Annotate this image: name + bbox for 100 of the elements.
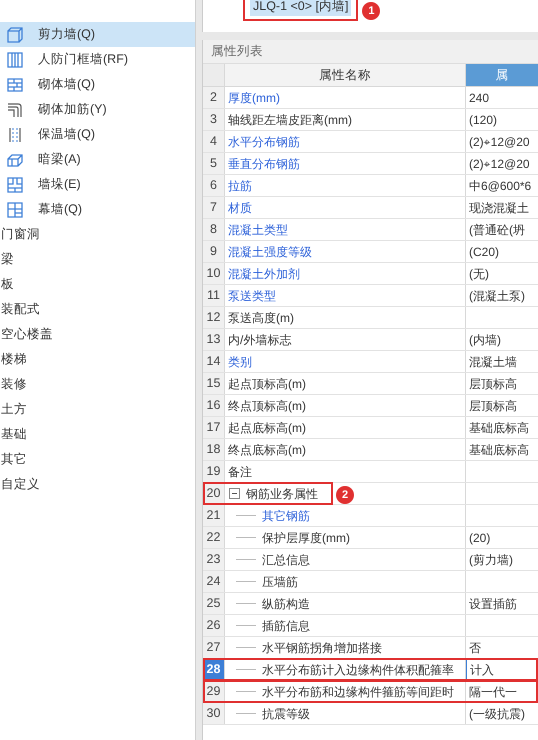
property-value[interactable]: (剪力墙) — [469, 550, 513, 568]
row-number: 11 — [203, 285, 225, 306]
property-name: 终点顶标高(m) — [228, 398, 306, 414]
tree-line — [236, 713, 256, 714]
property-value[interactable]: 现浇混凝土 — [469, 198, 529, 216]
property-value[interactable]: (2)⌖12@20 — [469, 132, 530, 150]
property-value[interactable]: 混凝土墙 — [469, 352, 517, 370]
row-number: 8 — [203, 219, 225, 240]
row-number: 12 — [203, 307, 225, 328]
column-header[interactable]: 属性名称 — [225, 64, 466, 86]
property-name: 水平分布筋计入边缘构件体积配箍率 — [262, 662, 454, 678]
tree-line — [236, 515, 256, 516]
property-value[interactable]: 隔一代一 — [469, 682, 517, 700]
property-value[interactable]: 基础底标高 — [469, 440, 529, 458]
property-link[interactable]: 混凝土强度等级 — [228, 242, 312, 260]
property-name: 钢筋业务属性 — [246, 486, 318, 502]
property-value[interactable]: (C20) — [469, 242, 500, 260]
row-number: 9 — [203, 241, 225, 262]
property-value[interactable]: (一级抗震) — [469, 704, 525, 722]
category-item[interactable]: 门窗洞 — [0, 222, 195, 247]
row-number: 7 — [203, 197, 225, 218]
tree-line — [236, 625, 256, 626]
tree-line — [236, 647, 256, 648]
bracket-icon — [6, 100, 24, 118]
property-link[interactable]: 其它钢筋 — [262, 506, 310, 524]
row-number: 22 — [203, 527, 225, 548]
property-link[interactable]: 泵送类型 — [228, 286, 276, 304]
property-value[interactable]: (120) — [469, 110, 498, 128]
category-item[interactable]: 梁 — [0, 247, 195, 272]
category-item[interactable]: 装修 — [0, 372, 195, 397]
collapse-icon[interactable] — [229, 488, 240, 499]
row-number: 19 — [203, 461, 225, 482]
property-value[interactable]: 层顶标高 — [469, 374, 517, 392]
category-item[interactable]: 装配式 — [0, 297, 195, 322]
property-link[interactable]: 混凝土外加剂 — [228, 264, 300, 282]
property-value[interactable]: (无) — [469, 264, 489, 282]
category-item[interactable]: 楼梯 — [0, 347, 195, 372]
property-value[interactable]: (混凝土泵) — [469, 286, 525, 304]
property-link[interactable]: 材质 — [228, 198, 252, 216]
property-name: 起点底标高(m) — [228, 420, 306, 436]
property-name: 纵筋构造 — [262, 596, 310, 612]
category-item[interactable]: 自定义 — [0, 472, 195, 497]
property-link[interactable]: 类别 — [228, 352, 252, 370]
row-number: 17 — [203, 417, 225, 438]
property-link[interactable]: 混凝土类型 — [228, 220, 288, 238]
callout-badge: 2 — [336, 486, 354, 504]
property-name: 内/外墙标志 — [228, 332, 292, 348]
property-name: 轴线距左墙皮距离(mm) — [228, 112, 352, 128]
panel-title: 属性列表 — [203, 40, 538, 64]
tree-line — [236, 603, 256, 604]
category-item[interactable]: 基础 — [0, 422, 195, 447]
row-number: 13 — [203, 329, 225, 350]
property-value[interactable]: 中6@600*6 — [469, 176, 532, 194]
row-number: 21 — [203, 505, 225, 526]
property-value[interactable]: (20) — [469, 528, 490, 546]
row-number: 15 — [203, 373, 225, 394]
category-item[interactable]: 土方 — [0, 397, 195, 422]
row-number: 14 — [203, 351, 225, 372]
property-value[interactable]: (内墙) — [469, 330, 501, 348]
property-name: 水平分布筋和边缘构件箍筋等间距时 — [262, 684, 454, 700]
tree-line — [236, 559, 256, 560]
row-number: 18 — [203, 439, 225, 460]
component-name[interactable]: JLQ-1 <0> [内墙] — [250, 0, 352, 16]
property-name: 水平钢筋拐角增加搭接 — [262, 640, 382, 656]
row-number: 23 — [203, 549, 225, 570]
row-number: 27 — [203, 637, 225, 658]
row-number: 25 — [203, 593, 225, 614]
property-name: 抗震等级 — [262, 706, 310, 722]
row-number: 6 — [203, 175, 225, 196]
category-item[interactable]: 其它 — [0, 447, 195, 472]
property-name: 汇总信息 — [262, 552, 310, 568]
tree-line — [236, 691, 256, 692]
component-item[interactable]: 剪力墙(Q) — [0, 22, 195, 47]
panel-icon — [6, 200, 24, 218]
property-value[interactable]: 设置插筋 — [469, 594, 517, 612]
property-link[interactable]: 水平分布钢筋 — [228, 132, 300, 150]
callout-badge: 1 — [362, 2, 380, 20]
property-link[interactable]: 垂直分布钢筋 — [228, 154, 300, 172]
property-name: 起点顶标高(m) — [228, 376, 306, 392]
row-number: 5 — [203, 153, 225, 174]
row-number: 30 — [203, 703, 225, 724]
property-link[interactable]: 拉筋 — [228, 176, 252, 194]
category-item[interactable]: 板 — [0, 272, 195, 297]
category-item[interactable]: 空心楼盖 — [0, 322, 195, 347]
property-name: 保护层厚度(mm) — [262, 530, 350, 546]
grid-icon — [6, 50, 24, 68]
property-name: 插筋信息 — [262, 618, 310, 634]
property-value[interactable]: 层顶标高 — [469, 396, 517, 414]
tree-line — [236, 669, 256, 670]
property-name: 备注 — [228, 464, 252, 480]
property-value[interactable]: (普通砼(坍 — [469, 220, 525, 238]
property-value[interactable]: 基础底标高 — [469, 418, 529, 436]
property-link[interactable]: 厚度(mm) — [228, 88, 280, 106]
property-value[interactable]: 否 — [469, 638, 481, 656]
brick-icon — [6, 76, 24, 94]
property-name: 泵送高度(m) — [228, 310, 294, 326]
property-value[interactable]: (2)⌖12@20 — [469, 154, 530, 172]
property-value[interactable]: 240 — [469, 88, 490, 106]
row-number: 2 — [203, 87, 225, 108]
property-name: 终点底标高(m) — [228, 442, 306, 458]
